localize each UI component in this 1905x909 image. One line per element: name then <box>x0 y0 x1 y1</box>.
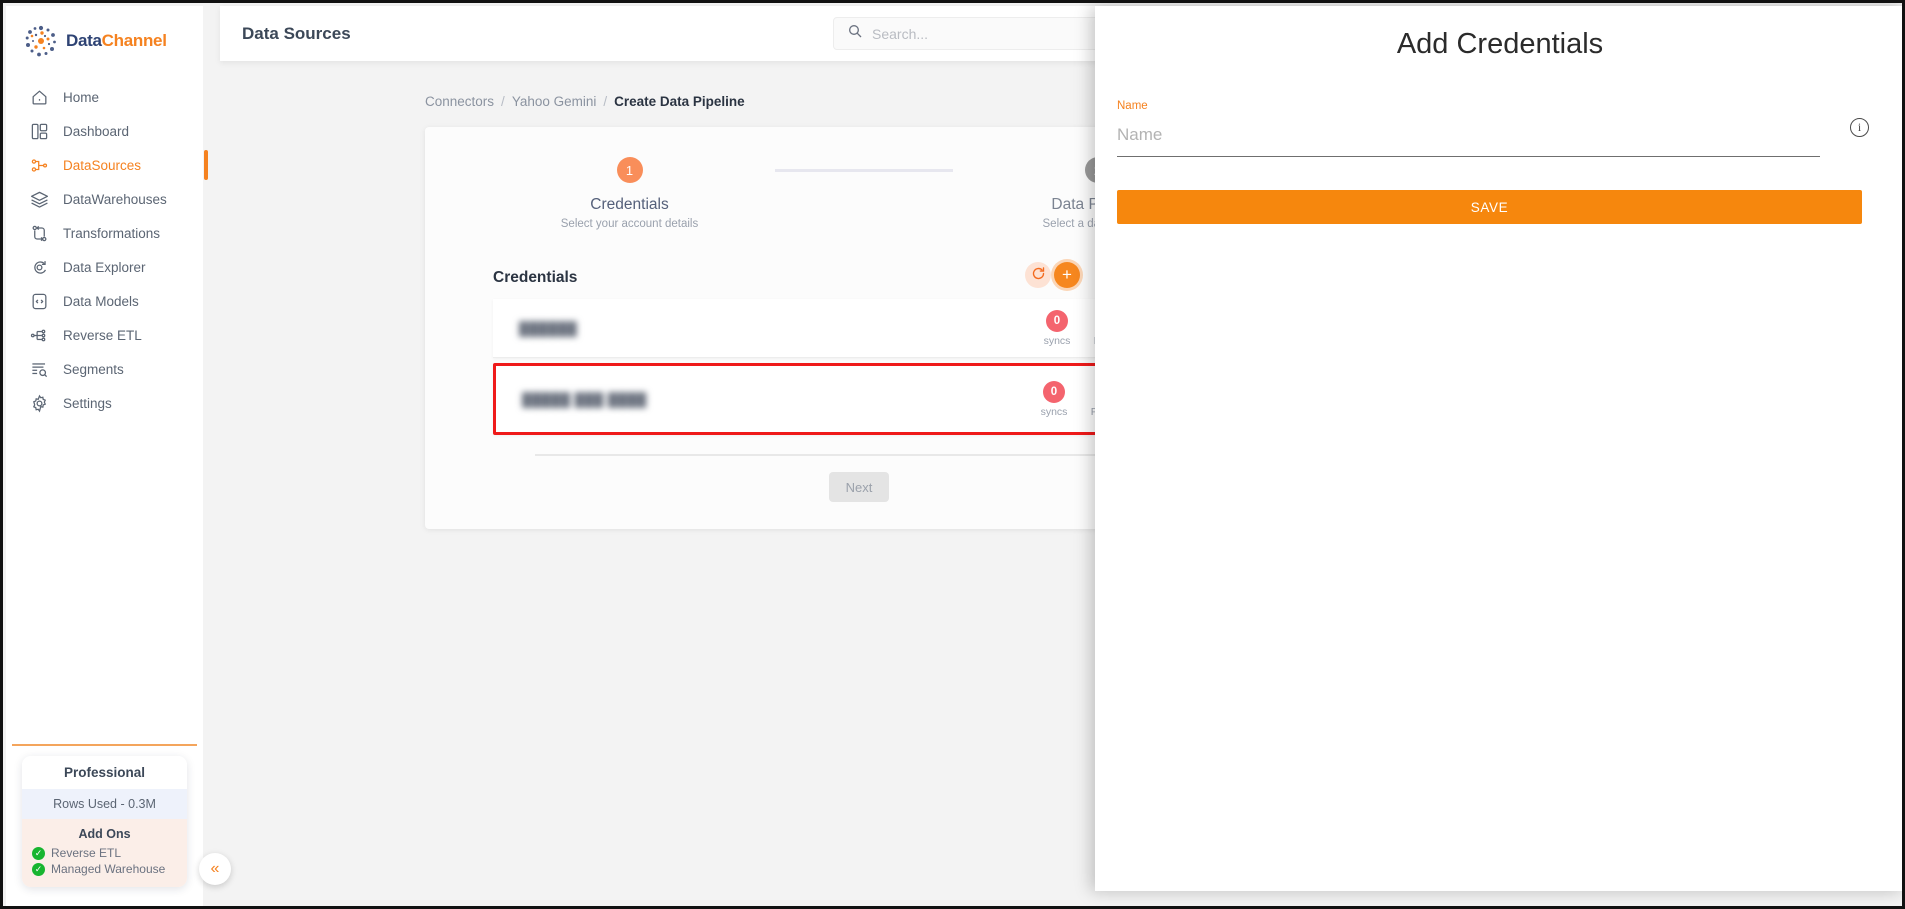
reverse-etl-icon <box>28 324 50 346</box>
add-credentials-modal: Add Credentials Name i SAVE <box>1095 6 1902 891</box>
syncs-metric: 0 syncs <box>1032 380 1076 418</box>
save-button[interactable]: SAVE <box>1117 190 1862 224</box>
plan-divider <box>12 744 197 746</box>
sidebar-item-reverse-etl[interactable]: Reverse ETL <box>6 318 203 352</box>
search-placeholder: Search... <box>872 25 929 42</box>
sidebar-item-transformations[interactable]: Transformations <box>6 216 203 250</box>
plan-card: Professional Rows Used - 0.3M Add Ons ✓ … <box>22 756 187 887</box>
brand-logo[interactable]: DataChannel <box>6 6 203 74</box>
brand-name-part2: Channel <box>101 31 167 50</box>
sidebar-item-label: Transformations <box>63 225 161 241</box>
datawarehouses-icon <box>28 188 50 210</box>
sidebar-item-label: Settings <box>63 395 112 411</box>
search-icon <box>847 23 863 44</box>
brand-name: DataChannel <box>66 31 167 51</box>
plan-addons-list: ✓ Reverse ETL ✓ Managed Warehouse <box>22 845 187 887</box>
add-credential-button[interactable]: + <box>1054 262 1080 288</box>
datasources-icon <box>28 154 50 176</box>
addon-item: ✓ Managed Warehouse <box>22 861 187 877</box>
sidebar-item-label: Reverse ETL <box>63 327 142 343</box>
step-credentials[interactable]: 1 Credentials Select your account detail… <box>485 157 775 230</box>
check-circle-icon: ✓ <box>32 846 45 860</box>
sidebar-item-label: Data Models <box>63 293 139 309</box>
breadcrumb: Connectors / Yahoo Gemini / Create Data … <box>425 94 745 109</box>
sidebar-item-label: DataWarehouses <box>63 191 167 207</box>
sidebar-item-label: Data Explorer <box>63 259 146 275</box>
addon-item: ✓ Reverse ETL <box>22 845 187 861</box>
breadcrumb-separator: / <box>501 94 505 109</box>
syncs-metric: 0 syncs <box>1035 309 1079 347</box>
sidebar-item-datawarehouses[interactable]: DataWarehouses <box>6 182 203 216</box>
addon-label: Managed Warehouse <box>51 862 166 876</box>
plan-title: Professional <box>22 756 187 789</box>
info-icon[interactable]: i <box>1850 118 1869 137</box>
modal-title: Add Credentials <box>1396 28 1604 60</box>
breadcrumb-separator: / <box>603 94 608 109</box>
sidebar-collapse-button[interactable]: « <box>199 853 231 885</box>
sidebar-item-data-explorer[interactable]: Data Explorer <box>6 250 203 284</box>
sidebar-item-data-models[interactable]: Data Models <box>6 284 203 318</box>
search-box[interactable]: Search... <box>833 17 1133 50</box>
transformations-icon <box>28 222 50 244</box>
syncs-count-badge: 0 <box>1043 380 1065 403</box>
plus-icon: + <box>1062 265 1072 284</box>
name-input[interactable] <box>1117 121 1820 157</box>
app-root: DataChannel Home Dashboard DataSources D… <box>0 0 1905 909</box>
breadcrumb-item-connectors[interactable]: Connectors <box>425 94 494 109</box>
data-explorer-icon <box>28 256 50 278</box>
refresh-credentials-button[interactable] <box>1025 262 1051 288</box>
brand-name-part1: Data <box>66 31 102 50</box>
page-title: Data Sources <box>242 23 351 43</box>
sidebar-item-label: Home <box>63 89 100 105</box>
addon-label: Reverse ETL <box>51 846 122 860</box>
syncs-label: syncs <box>1040 405 1068 418</box>
name-field-label: Name <box>1117 100 1148 112</box>
credential-name: █████ ███ ████ <box>522 391 647 407</box>
sidebar-item-settings[interactable]: Settings <box>6 386 203 420</box>
credential-name: ██████ <box>519 320 578 336</box>
data-models-icon <box>28 290 50 312</box>
plan-rows-used: Rows Used - 0.3M <box>22 789 187 819</box>
credentials-section-title: Credentials <box>493 269 578 286</box>
refresh-icon <box>1031 266 1046 285</box>
sidebar-item-label: Dashboard <box>63 123 130 139</box>
breadcrumb-item-create-data-pipeline: Create Data Pipeline <box>614 94 745 109</box>
list-footer-divider <box>535 454 1180 456</box>
home-icon <box>28 86 50 108</box>
step-connector-line <box>774 168 953 172</box>
step-number-badge: 1 <box>616 157 643 183</box>
datachannel-logo-icon <box>24 24 58 58</box>
name-field-group: Name i <box>1117 100 1883 157</box>
sidebar-item-label: DataSources <box>63 157 142 173</box>
breadcrumb-item-yahoo-gemini[interactable]: Yahoo Gemini <box>512 94 597 109</box>
check-circle-icon: ✓ <box>32 862 45 876</box>
sidebar-item-segments[interactable]: Segments <box>6 352 203 386</box>
next-button[interactable]: Next <box>829 472 889 502</box>
sidebar-item-home[interactable]: Home <box>6 80 203 114</box>
gear-icon <box>28 392 50 414</box>
chevron-double-left-icon: « <box>210 860 220 877</box>
step-sublabel: Select your account details <box>560 218 699 230</box>
plan-addons-heading: Add Ons <box>22 819 187 845</box>
sidebar-item-label: Segments <box>63 361 124 377</box>
sidebar: DataChannel Home Dashboard DataSources D… <box>6 6 231 906</box>
step-label: Credentials <box>590 196 669 213</box>
sidebar-item-dashboard[interactable]: Dashboard <box>6 114 203 148</box>
syncs-label: syncs <box>1043 334 1071 347</box>
dashboard-icon <box>28 120 50 142</box>
sidebar-nav: Home Dashboard DataSources DataWarehouse… <box>6 80 208 420</box>
syncs-count-badge: 0 <box>1046 309 1068 332</box>
segments-icon <box>28 358 50 380</box>
sidebar-item-datasources[interactable]: DataSources <box>6 148 208 182</box>
